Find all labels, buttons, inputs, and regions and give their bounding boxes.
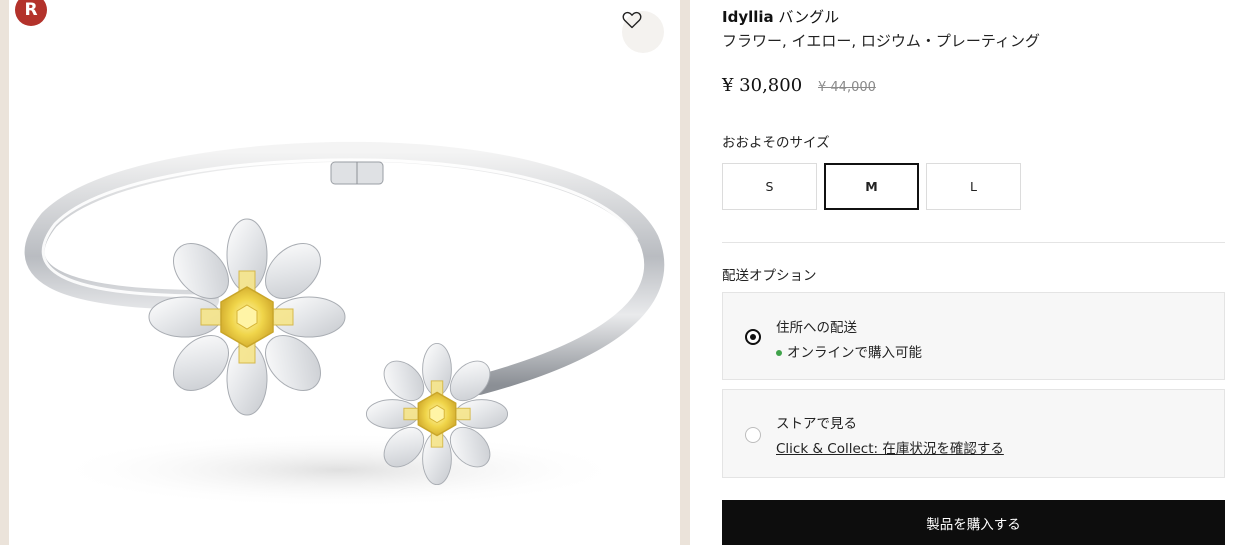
delivery-option-home-title: 住所への配送 [776,320,857,336]
product-name: Idyllia バングル [722,6,839,27]
click-collect-link-wrap: Click & Collect: 在庫状況を確認する [776,437,1004,457]
product-image[interactable] [9,0,680,545]
original-price: ¥ 44,000 [818,80,876,95]
product-subtitle: フラワー, イエロー, ロジウム・プレーティング [722,32,1041,50]
size-option-l[interactable]: L [926,163,1021,210]
size-label: おおよそのサイズ [722,135,830,151]
radio-unselected-icon[interactable] [745,427,761,443]
product-details-panel: Idyllia バングル フラワー, イエロー, ロジウム・プレーティング ¥ … [690,0,1242,545]
wishlist-button[interactable] [622,11,664,53]
left-gutter [0,0,9,545]
product-gallery: R [9,0,680,545]
status-dot-icon [776,350,782,356]
current-price: ¥ 30,800 [722,75,803,96]
product-name-type: バングル [773,8,840,26]
heart-icon [622,11,642,29]
section-divider [722,242,1225,243]
availability-text: オンラインで購入可能 [787,345,922,361]
availability-status: オンラインで購入可能 [776,341,922,361]
delivery-option-store-title: ストアで見る [776,416,857,432]
radio-selected-icon[interactable] [745,329,761,345]
click-collect-link[interactable]: Click & Collect: 在庫状況を確認する [776,441,1004,457]
buy-button[interactable]: 製品を購入する [722,500,1225,545]
delivery-option-home[interactable]: 住所への配送 オンラインで購入可能 [722,292,1225,380]
right-gutter [680,0,690,545]
size-option-s[interactable]: S [722,163,817,210]
delivery-option-store[interactable]: ストアで見る Click & Collect: 在庫状況を確認する [722,389,1225,478]
product-name-brand: Idyllia [722,8,774,26]
size-option-m[interactable]: M [824,163,919,210]
delivery-options-label: 配送オプション [722,268,817,284]
